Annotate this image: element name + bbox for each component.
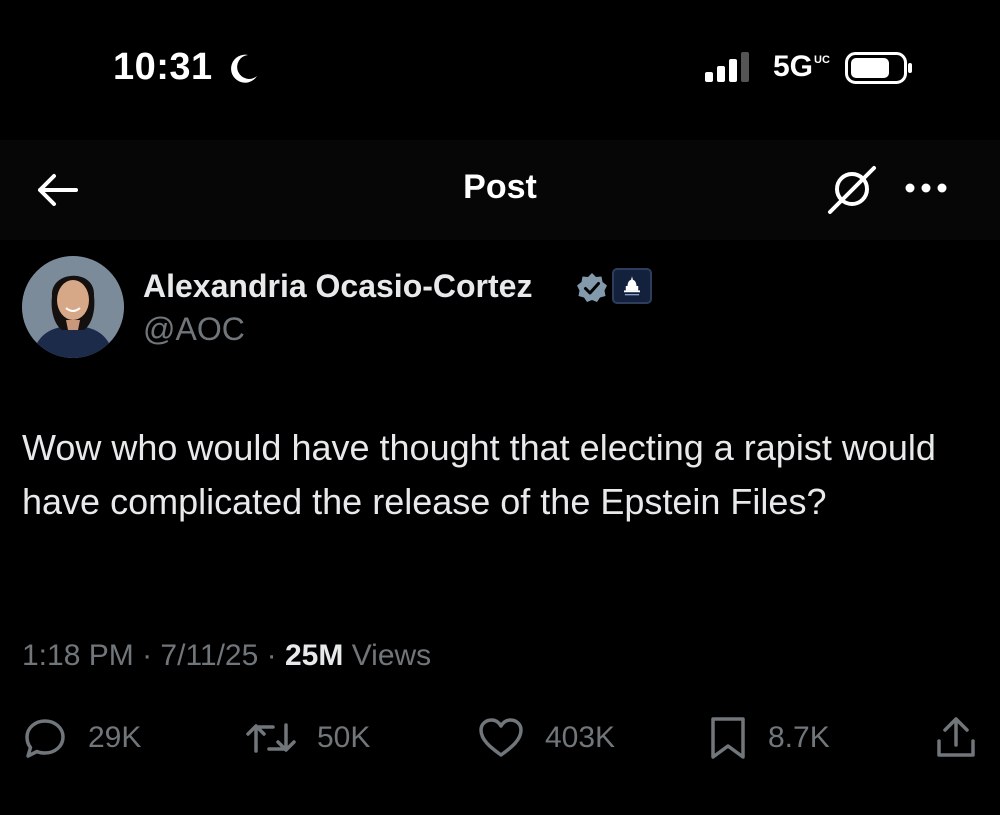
share-button[interactable] [934, 714, 978, 762]
share-icon [937, 717, 975, 757]
bookmark-icon [711, 717, 745, 759]
signal-bars-icon [705, 52, 749, 82]
repost-count: 50K [317, 721, 371, 754]
bookmark-button[interactable]: 8.7K [708, 714, 830, 762]
post: Alexandria Ocasio-Cortez @AOC Wow who wo… [0, 240, 1000, 815]
bookmark-count: 8.7K [768, 721, 830, 754]
post-time: 1:18 PM [22, 639, 134, 672]
reply-button[interactable]: 29K [22, 714, 141, 762]
author-name[interactable]: Alexandria Ocasio-Cortez [143, 268, 532, 305]
battery-icon [845, 52, 912, 84]
post-text: Wow who would have thought that electing… [22, 427, 936, 522]
capitol-badge-icon [612, 268, 652, 304]
reply-count: 29K [88, 721, 142, 754]
moon-icon [231, 54, 257, 83]
repost-icon [246, 723, 296, 753]
repost-button[interactable]: 50K [245, 714, 370, 762]
status-bar: 10:31 5G UC [0, 0, 1000, 140]
verified-badge-icon [577, 273, 607, 302]
status-time: 10:31 [113, 46, 213, 88]
meta-separator: · [266, 639, 277, 672]
network-label: 5G [773, 50, 814, 83]
heart-icon [479, 718, 523, 757]
grok-icon[interactable] [824, 160, 880, 216]
ellipsis-icon[interactable] [902, 176, 950, 200]
like-button[interactable]: 403K [477, 714, 615, 762]
post-date: 7/11/25 [160, 639, 259, 672]
views-count[interactable]: 25M [285, 639, 343, 672]
network-suffix: UC [814, 54, 830, 66]
top-nav-bar: Post [0, 140, 1000, 240]
author-handle[interactable]: @AOC [143, 311, 245, 348]
post-meta: 1:18 PM · 7/11/25 · 25M Views [22, 639, 431, 673]
like-count: 403K [545, 721, 616, 754]
meta-separator: · [142, 639, 153, 672]
views-label: Views [351, 639, 432, 672]
reply-icon [25, 719, 65, 758]
avatar[interactable] [22, 256, 124, 358]
